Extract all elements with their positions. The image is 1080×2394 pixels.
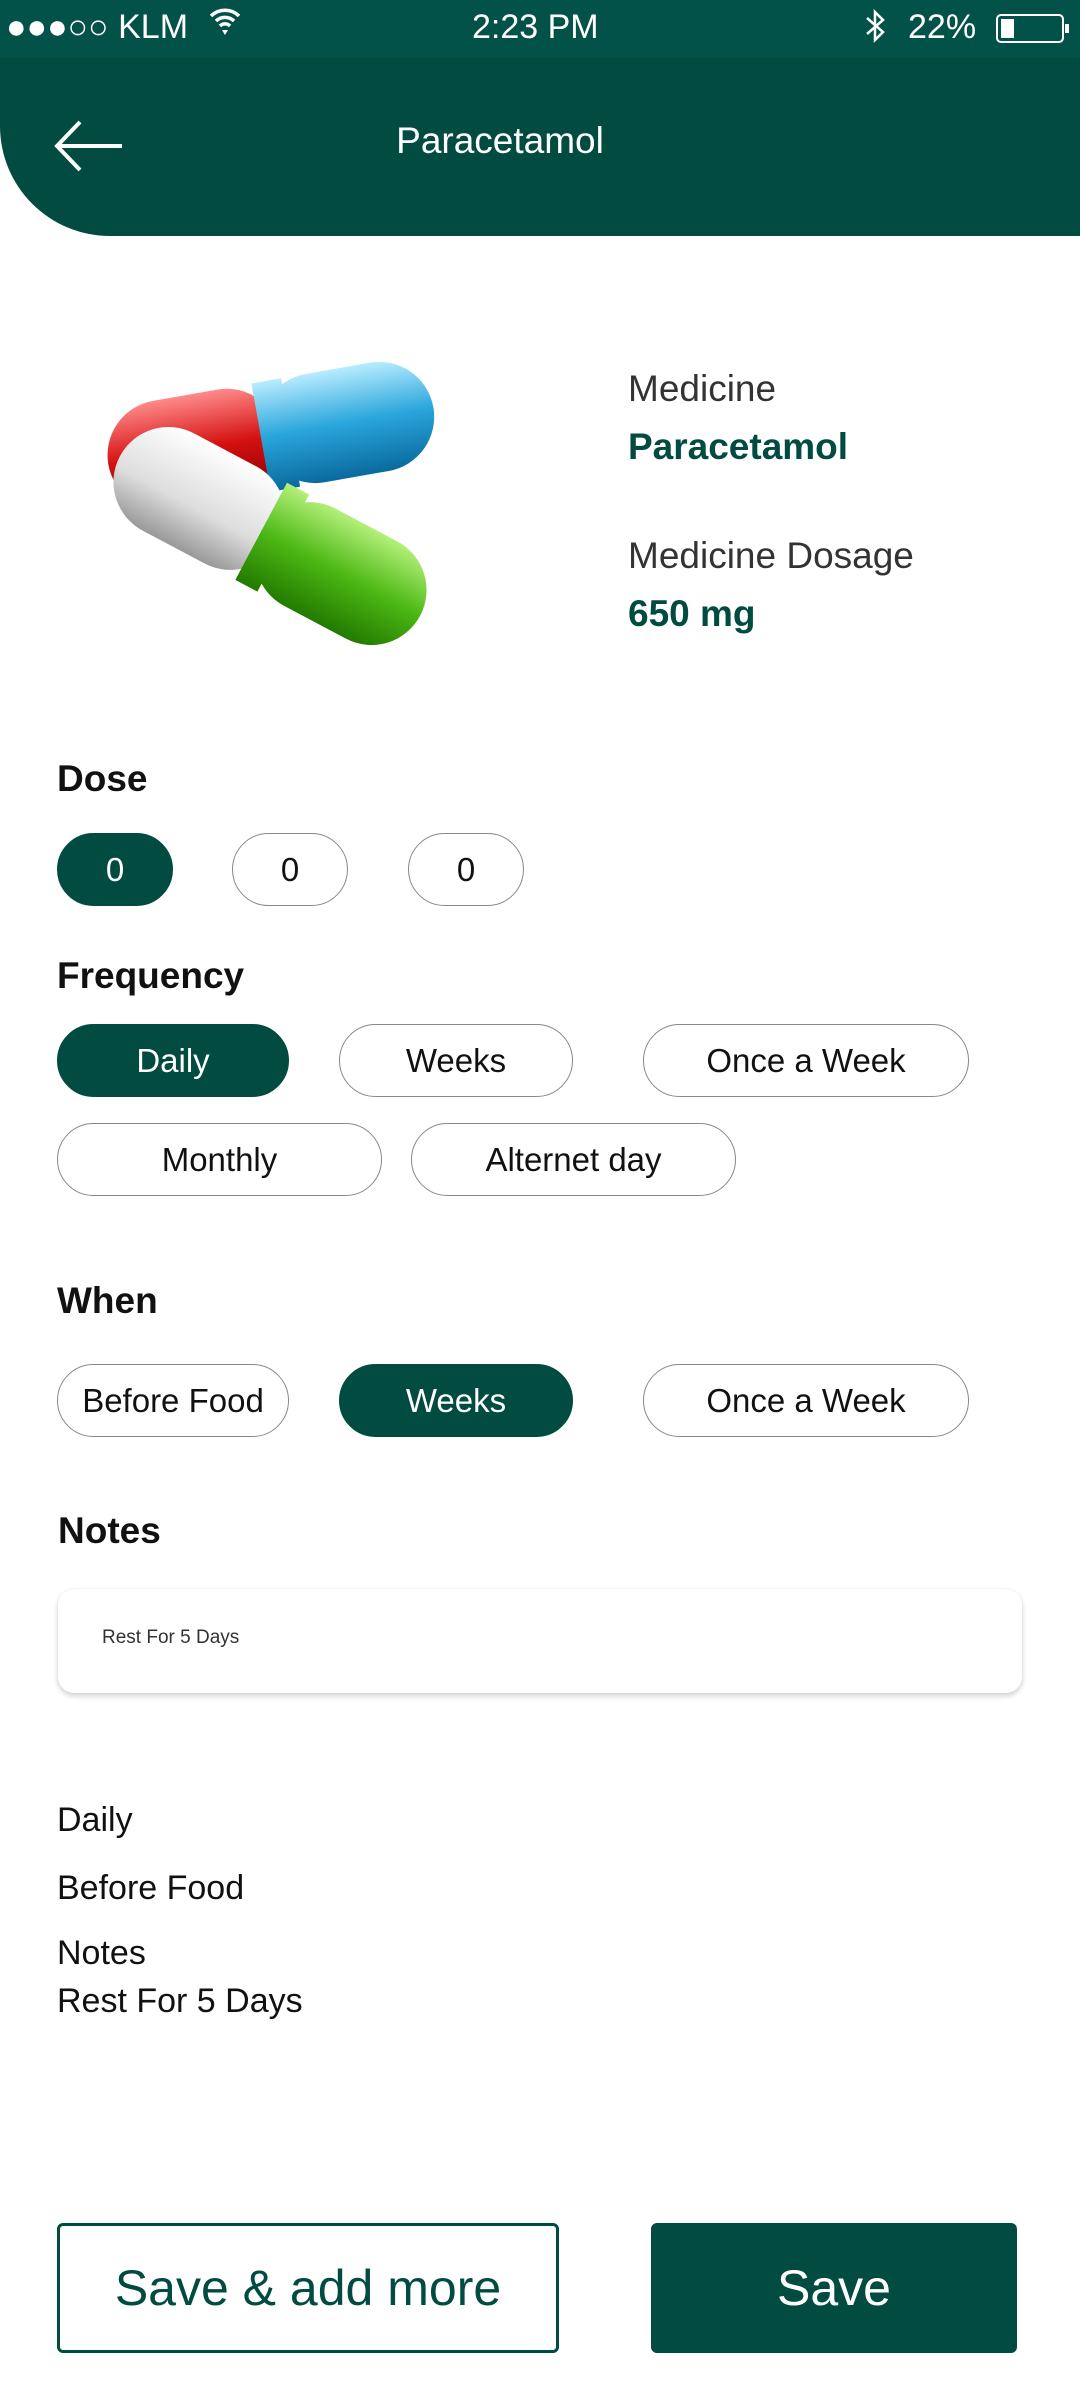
- battery-percent: 22%: [908, 8, 977, 46]
- frequency-monthly[interactable]: Monthly: [57, 1123, 382, 1196]
- save-and-add-more-button[interactable]: Save & add more: [57, 2223, 559, 2353]
- frequency-weeks[interactable]: Weeks: [339, 1024, 573, 1097]
- save-button[interactable]: Save: [651, 2223, 1017, 2353]
- medicine-name: Paracetamol: [628, 426, 849, 467]
- bluetooth-icon: [864, 6, 886, 55]
- page-title: Paracetamol: [396, 120, 604, 161]
- frequency-daily[interactable]: Daily: [57, 1024, 289, 1097]
- when-once-a-week[interactable]: Once a Week: [643, 1364, 969, 1437]
- frequency-heading: Frequency: [57, 955, 245, 996]
- summary-frequency: Daily: [57, 1801, 133, 1839]
- dose-heading: Dose: [57, 758, 148, 799]
- when-before-food[interactable]: Before Food: [57, 1364, 289, 1437]
- notes-value: Rest For 5 Days: [102, 1627, 240, 1648]
- when-weeks[interactable]: Weeks: [339, 1364, 573, 1437]
- status-bar: ●●●○○ KLM 2:23 PM 22%: [0, 0, 1080, 58]
- battery-icon: [996, 14, 1070, 53]
- dose-option[interactable]: 0: [232, 833, 348, 906]
- dosage-value: 650 mg: [628, 593, 756, 634]
- notes-heading: Notes: [58, 1510, 161, 1551]
- notes-input[interactable]: Rest For 5 Days: [58, 1589, 1022, 1693]
- summary-notes: Rest For 5 Days: [57, 1982, 303, 2020]
- app-header: Paracetamol: [0, 58, 1080, 236]
- summary-when: Before Food: [57, 1869, 245, 1907]
- capsules-image: [100, 336, 445, 661]
- frequency-once-a-week[interactable]: Once a Week: [643, 1024, 969, 1097]
- carrier: ●●●○○ KLM: [6, 8, 189, 46]
- dosage-label: Medicine Dosage: [628, 535, 914, 576]
- frequency-alternate-day[interactable]: Alternet day: [411, 1123, 736, 1196]
- summary-notes-label: Notes: [57, 1934, 146, 1972]
- time: 2:23 PM: [472, 8, 599, 46]
- medicine-label: Medicine: [628, 368, 777, 409]
- dose-option[interactable]: 0: [57, 833, 173, 906]
- dose-option[interactable]: 0: [408, 833, 524, 906]
- when-heading: When: [57, 1280, 158, 1321]
- wifi-icon: [208, 4, 242, 47]
